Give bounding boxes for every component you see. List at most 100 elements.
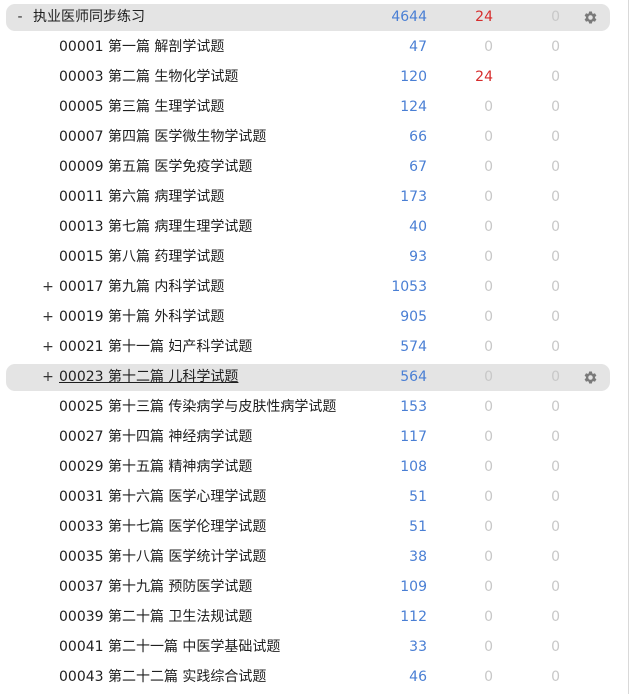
learn-count: 24 xyxy=(475,9,493,25)
deck-name-link[interactable]: 00029 第十五篇 精神病学试题 xyxy=(59,452,252,482)
deck-name-link[interactable]: 00019 第十篇 外科学试题 xyxy=(59,302,224,332)
deck-name-link[interactable]: 00011 第六篇 病理学试题 xyxy=(59,182,224,212)
deck-row[interactable]: 00013 第七篇 病理生理学试题 40 0 0 xyxy=(0,212,620,242)
review-count: 0 xyxy=(551,279,560,295)
deck-options-gear-button[interactable] xyxy=(580,362,600,392)
new-count: 124 xyxy=(400,99,427,115)
deck-name-link[interactable]: 00035 第十八篇 医学统计学试题 xyxy=(59,542,266,572)
deck-name-link[interactable]: 00041 第二十一篇 中医学基础试题 xyxy=(59,632,280,662)
deck-name-link[interactable]: 00031 第十六篇 医学心理学试题 xyxy=(59,482,266,512)
learn-count: 0 xyxy=(484,609,493,625)
deck-row[interactable]: 00029 第十五篇 精神病学试题 108 0 0 xyxy=(0,452,620,482)
deck-name-link[interactable]: 00025 第十三篇 传染病学与皮肤性病学试题 xyxy=(59,392,336,422)
review-count: 0 xyxy=(551,489,560,505)
deck-row[interactable]: 00033 第十七篇 医学伦理学试题 51 0 0 xyxy=(0,512,620,542)
new-count: 46 xyxy=(409,669,427,685)
deck-row[interactable]: 00027 第十四篇 神经病学试题 117 0 0 xyxy=(0,422,620,452)
deck-row[interactable]: + 00023 第十二篇 儿科学试题 564 0 0 xyxy=(0,362,620,392)
deck-row[interactable]: 00003 第二篇 生物化学试题 120 24 0 xyxy=(0,62,620,92)
deck-name-link[interactable]: 00005 第三篇 生理学试题 xyxy=(59,92,224,122)
learn-count: 0 xyxy=(484,579,493,595)
deck-name-link[interactable]: 00039 第二十篇 卫生法规试题 xyxy=(59,602,252,632)
learn-count: 0 xyxy=(484,549,493,565)
deck-row[interactable]: 00037 第十九篇 预防医学试题 109 0 0 xyxy=(0,572,620,602)
deck-name-link[interactable]: 00015 第八篇 药理学试题 xyxy=(59,242,224,272)
deck-row[interactable]: 00007 第四篇 医学微生物学试题 66 0 0 xyxy=(0,122,620,152)
deck-row[interactable]: 00041 第二十一篇 中医学基础试题 33 0 0 xyxy=(0,632,620,662)
new-count: 109 xyxy=(400,579,427,595)
expand-collapse-toggle[interactable]: + xyxy=(41,332,55,362)
deck-row[interactable]: 00001 第一篇 解剖学试题 47 0 0 xyxy=(0,32,620,62)
expand-collapse-toggle[interactable]: + xyxy=(41,362,55,392)
review-count: 0 xyxy=(551,339,560,355)
deck-row[interactable]: 00043 第二十二篇 实践综合试题 46 0 0 xyxy=(0,662,620,692)
new-count: 108 xyxy=(400,459,427,475)
review-count: 0 xyxy=(551,519,560,535)
learn-count: 24 xyxy=(475,69,493,85)
review-count: 0 xyxy=(551,609,560,625)
review-count: 0 xyxy=(551,429,560,445)
deck-row[interactable]: + 00017 第九篇 内科学试题 1053 0 0 xyxy=(0,272,620,302)
deck-name-link[interactable]: 00017 第九篇 内科学试题 xyxy=(59,272,224,302)
deck-row[interactable]: 00015 第八篇 药理学试题 93 0 0 xyxy=(0,242,620,272)
deck-name-link[interactable]: 00001 第一篇 解剖学试题 xyxy=(59,32,224,62)
review-count: 0 xyxy=(551,369,560,385)
deck-row[interactable]: 00025 第十三篇 传染病学与皮肤性病学试题 153 0 0 xyxy=(0,392,620,422)
deck-row[interactable]: 00039 第二十篇 卫生法规试题 112 0 0 xyxy=(0,602,620,632)
learn-count: 0 xyxy=(484,129,493,145)
deck-name-link[interactable]: 00009 第五篇 医学免疫学试题 xyxy=(59,152,252,182)
expand-collapse-toggle[interactable]: + xyxy=(41,272,55,302)
deck-name-link[interactable]: 00013 第七篇 病理生理学试题 xyxy=(59,212,252,242)
deck-options-gear-button[interactable] xyxy=(580,2,600,32)
review-count: 0 xyxy=(551,639,560,655)
deck-row[interactable]: + 00021 第十一篇 妇产科学试题 574 0 0 xyxy=(0,332,620,362)
expand-collapse-toggle[interactable]: + xyxy=(41,302,55,332)
review-count: 0 xyxy=(551,189,560,205)
deck-row[interactable]: + 00019 第十篇 外科学试题 905 0 0 xyxy=(0,302,620,332)
new-count: 112 xyxy=(400,609,427,625)
new-count: 564 xyxy=(400,369,427,385)
new-count: 120 xyxy=(400,69,427,85)
deck-name-link[interactable]: 00027 第十四篇 神经病学试题 xyxy=(59,422,252,452)
deck-name-link[interactable]: 00023 第十二篇 儿科学试题 xyxy=(59,362,238,392)
learn-count: 0 xyxy=(484,429,493,445)
learn-count: 0 xyxy=(484,99,493,115)
new-count: 153 xyxy=(400,399,427,415)
new-count: 4644 xyxy=(391,9,427,25)
learn-count: 0 xyxy=(484,489,493,505)
deck-row[interactable]: 00005 第三篇 生理学试题 124 0 0 xyxy=(0,92,620,122)
review-count: 0 xyxy=(551,159,560,175)
new-count: 117 xyxy=(400,429,427,445)
new-count: 67 xyxy=(409,159,427,175)
deck-row[interactable]: 00031 第十六篇 医学心理学试题 51 0 0 xyxy=(0,482,620,512)
review-count: 0 xyxy=(551,579,560,595)
deck-name-link[interactable]: 00043 第二十二篇 实践综合试题 xyxy=(59,662,266,692)
deck-list: - 执业医师同步练习 4644 24 0 00001 第一篇 解剖学试题 47 … xyxy=(0,0,629,694)
deck-row[interactable]: - 执业医师同步练习 4644 24 0 xyxy=(0,2,620,32)
deck-name-link[interactable]: 00007 第四篇 医学微生物学试题 xyxy=(59,122,266,152)
learn-count: 0 xyxy=(484,639,493,655)
learn-count: 0 xyxy=(484,309,493,325)
new-count: 905 xyxy=(400,309,427,325)
gear-icon xyxy=(584,371,596,383)
learn-count: 0 xyxy=(484,369,493,385)
deck-row[interactable]: 00011 第六篇 病理学试题 173 0 0 xyxy=(0,182,620,212)
learn-count: 0 xyxy=(484,669,493,685)
review-count: 0 xyxy=(551,669,560,685)
gear-icon xyxy=(584,10,596,23)
deck-name-link[interactable]: 执业医师同步练习 xyxy=(33,2,145,32)
learn-count: 0 xyxy=(484,339,493,355)
deck-row[interactable]: 00035 第十八篇 医学统计学试题 38 0 0 xyxy=(0,542,620,572)
deck-name-link[interactable]: 00037 第十九篇 预防医学试题 xyxy=(59,572,252,602)
expand-collapse-toggle[interactable]: - xyxy=(13,2,27,32)
deck-name-link[interactable]: 00033 第十七篇 医学伦理学试题 xyxy=(59,512,266,542)
review-count: 0 xyxy=(551,309,560,325)
deck-name-link[interactable]: 00021 第十一篇 妇产科学试题 xyxy=(59,332,252,362)
review-count: 0 xyxy=(551,249,560,265)
new-count: 51 xyxy=(409,489,427,505)
deck-name-link[interactable]: 00003 第二篇 生物化学试题 xyxy=(59,62,238,92)
new-count: 93 xyxy=(409,249,427,265)
learn-count: 0 xyxy=(484,459,493,475)
review-count: 0 xyxy=(551,399,560,415)
deck-row[interactable]: 00009 第五篇 医学免疫学试题 67 0 0 xyxy=(0,152,620,182)
